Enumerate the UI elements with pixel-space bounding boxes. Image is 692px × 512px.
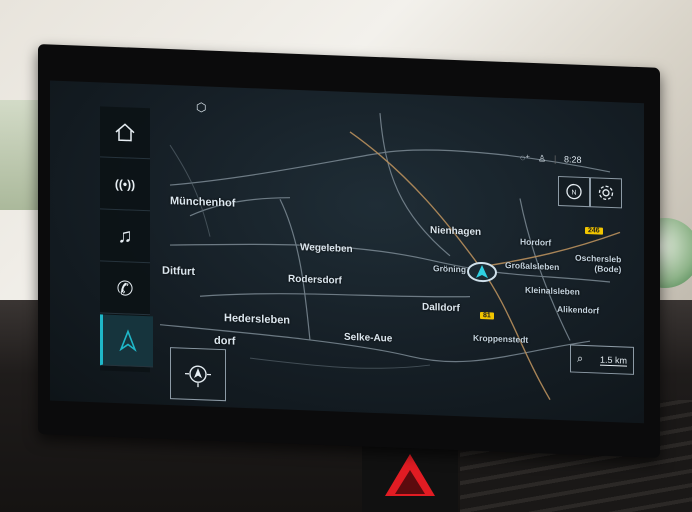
place-label: Alikendorf: [557, 303, 600, 316]
nav-radio[interactable]: ((•)): [100, 158, 150, 212]
position-arrow-icon: [185, 365, 211, 388]
place-label: Hedersleben: [224, 312, 291, 327]
svg-text:N: N: [571, 189, 576, 196]
radio-icon: ((•)): [114, 176, 136, 192]
recenter-button[interactable]: [170, 347, 226, 402]
road-number-badge: 246: [585, 227, 603, 235]
place-label: Ditfurt: [162, 264, 195, 279]
phone-icon: ✆: [116, 277, 134, 301]
place-label: Selke-Aue: [344, 331, 393, 345]
navigation-arrow-icon: [119, 329, 137, 352]
nav-phone[interactable]: ✆: [100, 262, 150, 316]
river: [249, 357, 431, 369]
compass-north-icon: N: [566, 183, 582, 200]
home-icon: [115, 123, 135, 142]
place-label: Münchenhof: [170, 195, 236, 210]
main-nav-rail: ((•)) ♫ ✆: [100, 106, 153, 373]
place-label: Rodersdorf: [288, 273, 342, 287]
place-label: Großalsleben: [505, 259, 560, 273]
infotainment-display: Münchenhof Nienhagen Hordorf Oschersleb …: [38, 44, 660, 458]
nav-navigation[interactable]: [100, 314, 153, 368]
place-label: Nienhagen: [430, 225, 482, 239]
place-label: Wegeleben: [300, 242, 353, 256]
place-label: Dalldorf: [422, 301, 460, 315]
nav-music[interactable]: ♫: [100, 210, 150, 264]
place-label: Hordorf: [520, 236, 552, 248]
clock: 8:28: [564, 154, 582, 165]
music-note-icon: ♫: [117, 224, 133, 248]
zoom-icon: ⌕: [577, 352, 584, 365]
place-label: Oschersleb (Bode): [575, 252, 622, 275]
divider: |: [554, 153, 557, 164]
place-label: dorf: [214, 334, 236, 348]
user-icon: ♙: [538, 153, 547, 164]
place-label: Kroppenstedt: [473, 332, 529, 345]
place-label: Kleinalsleben: [525, 284, 580, 297]
zoom-scale-button[interactable]: ⌕ 1.5 km: [570, 344, 634, 375]
hazard-button[interactable]: [362, 440, 458, 512]
current-position-icon: [467, 262, 497, 283]
gear-icon: [598, 185, 614, 200]
compass-north-button[interactable]: N: [558, 175, 590, 208]
settings-button[interactable]: [590, 177, 622, 209]
river: [169, 144, 211, 237]
view-3d-icon[interactable]: ⬡: [196, 100, 206, 114]
nav-home[interactable]: [100, 106, 150, 160]
scale-label: 1.5 km: [599, 354, 627, 367]
road-number-badge: 81: [480, 311, 494, 320]
connected-services-icon: ◌⁺: [520, 152, 531, 163]
place-label: Gröning: [433, 263, 467, 275]
